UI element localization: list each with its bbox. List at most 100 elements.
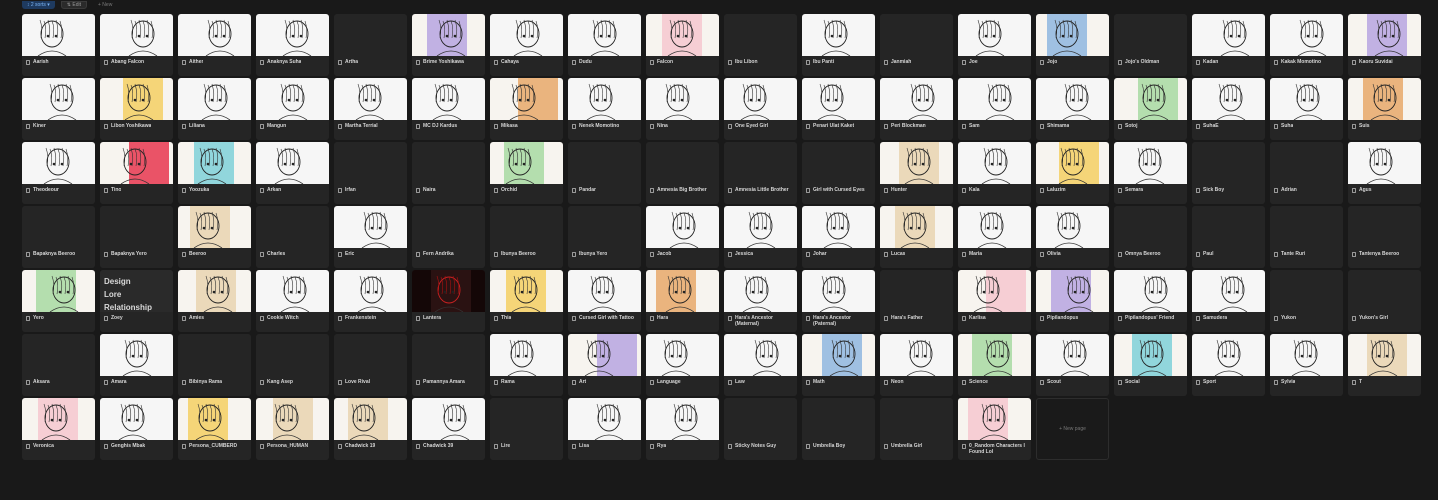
gallery-card[interactable]: Maria <box>958 206 1031 268</box>
gallery-card[interactable]: Tino <box>100 142 173 204</box>
new-page-card[interactable]: + New page <box>1036 398 1109 460</box>
gallery-card[interactable]: Jacob <box>646 206 719 268</box>
gallery-card[interactable]: Pamannya Amara <box>412 334 485 396</box>
gallery-card[interactable]: Ibunya Yero <box>568 206 641 268</box>
gallery-card[interactable]: Hara's Father <box>880 270 953 332</box>
gallery-card[interactable]: Amnesia Big Brother <box>646 142 719 204</box>
gallery-card[interactable]: Karlisa <box>958 270 1031 332</box>
gallery-card[interactable]: Tantenya Beeroo <box>1348 206 1421 268</box>
gallery-card[interactable]: Yoozuka <box>178 142 251 204</box>
gallery-card[interactable]: Umbrella Boy <box>802 398 875 460</box>
gallery-card[interactable]: Yero <box>22 270 95 332</box>
gallery-card[interactable]: Love Rival <box>334 334 407 396</box>
gallery-card[interactable]: Sticky Notes Guy <box>724 398 797 460</box>
gallery-card[interactable]: T <box>1348 334 1421 396</box>
gallery-card[interactable]: Semara <box>1114 142 1187 204</box>
gallery-card[interactable]: Pandar <box>568 142 641 204</box>
gallery-card[interactable]: 0_Random Characters I Found Lol <box>958 398 1031 460</box>
gallery-card[interactable]: Scout <box>1036 334 1109 396</box>
gallery-card[interactable]: Sport <box>1192 334 1265 396</box>
gallery-card[interactable]: Dudu <box>568 14 641 76</box>
filter-button[interactable]: ⇅ Edit <box>60 0 87 9</box>
gallery-card[interactable]: Libon Yoshikawa <box>100 78 173 140</box>
gallery-card[interactable]: Sam <box>958 78 1031 140</box>
gallery-card[interactable]: Abang Falcon <box>100 14 173 76</box>
gallery-card[interactable]: Persona_HUMAN <box>256 398 329 460</box>
gallery-card[interactable]: Amnesia Little Brother <box>724 142 797 204</box>
gallery-card[interactable]: Neon <box>880 334 953 396</box>
gallery-card[interactable]: Jojo's Oldman <box>1114 14 1187 76</box>
gallery-card[interactable]: Kaoru Suvidai <box>1348 14 1421 76</box>
gallery-card[interactable]: Pipilandopus' Friend <box>1114 270 1187 332</box>
gallery-card[interactable]: Design Lore Relationship Zoey <box>100 270 173 332</box>
gallery-card[interactable]: Peri Blockman <box>880 78 953 140</box>
gallery-card[interactable]: Ibu Panti <box>802 14 875 76</box>
gallery-card[interactable]: Amies <box>178 270 251 332</box>
gallery-card[interactable]: Chadwick 19 <box>334 398 407 460</box>
gallery-card[interactable]: Nina <box>646 78 719 140</box>
gallery-card[interactable]: Fern Andrika <box>412 206 485 268</box>
gallery-card[interactable]: Cahaya <box>490 14 563 76</box>
gallery-card[interactable]: Frankenstein <box>334 270 407 332</box>
gallery-card[interactable]: Ibunya Beeroo <box>490 206 563 268</box>
gallery-card[interactable]: Naira <box>412 142 485 204</box>
gallery-card[interactable]: Persona_CUMBERD <box>178 398 251 460</box>
gallery-card[interactable]: SuhaE <box>1192 78 1265 140</box>
gallery-card[interactable]: Olivia <box>1036 206 1109 268</box>
gallery-card[interactable]: Yukon's Girl <box>1348 270 1421 332</box>
gallery-card[interactable]: Omnya Beeroo <box>1114 206 1187 268</box>
gallery-card[interactable]: Martha Terrial <box>334 78 407 140</box>
new-button[interactable]: + New <box>93 1 117 9</box>
gallery-card[interactable]: Mikasa <box>490 78 563 140</box>
gallery-card[interactable]: Shimama <box>1036 78 1109 140</box>
gallery-card[interactable]: Tante Ruri <box>1270 206 1343 268</box>
gallery-card[interactable]: One Eyed Girl <box>724 78 797 140</box>
gallery-card[interactable]: Lire <box>490 398 563 460</box>
gallery-card[interactable]: Kadan <box>1192 14 1265 76</box>
gallery-card[interactable]: Cursed Girl with Tattoo <box>568 270 641 332</box>
gallery-card[interactable]: Cookie Witch <box>256 270 329 332</box>
gallery-card[interactable]: Aarish <box>22 14 95 76</box>
gallery-card[interactable]: Language <box>646 334 719 396</box>
gallery-card[interactable]: Irfan <box>334 142 407 204</box>
gallery-card[interactable]: Beeroo <box>178 206 251 268</box>
gallery-card[interactable]: Genghis Mbak <box>100 398 173 460</box>
gallery-card[interactable]: Paul <box>1192 206 1265 268</box>
gallery-card[interactable]: Laluzim <box>1036 142 1109 204</box>
gallery-card[interactable]: Adrian <box>1270 142 1343 204</box>
gallery-card[interactable]: Thia <box>490 270 563 332</box>
gallery-card[interactable]: Sick Boy <box>1192 142 1265 204</box>
gallery-card[interactable]: Arkan <box>256 142 329 204</box>
gallery-card[interactable]: Bibinya Rama <box>178 334 251 396</box>
gallery-card[interactable]: Hara <box>646 270 719 332</box>
gallery-card[interactable]: Social <box>1114 334 1187 396</box>
gallery-card[interactable]: Amara <box>100 334 173 396</box>
gallery-card[interactable]: Penari Ulat Kaket <box>802 78 875 140</box>
gallery-card[interactable]: Agus <box>1348 142 1421 204</box>
gallery-card[interactable]: Samudera <box>1192 270 1265 332</box>
gallery-card[interactable]: Kakak Momotino <box>1270 14 1343 76</box>
gallery-card[interactable]: Anaknya Suha <box>256 14 329 76</box>
gallery-card[interactable]: Ibu Libon <box>724 14 797 76</box>
gallery-card[interactable]: Rama <box>490 334 563 396</box>
sort-button[interactable]: ↕ 2 sorts ▾ <box>22 0 55 9</box>
gallery-card[interactable]: Liliana <box>178 78 251 140</box>
gallery-card[interactable]: Lucas <box>880 206 953 268</box>
gallery-card[interactable]: Jojo <box>1036 14 1109 76</box>
gallery-card[interactable]: Hara's Ancestor (Maternal) <box>724 270 797 332</box>
gallery-card[interactable]: Sylvia <box>1270 334 1343 396</box>
gallery-card[interactable]: Kang Asep <box>256 334 329 396</box>
gallery-card[interactable]: Johar <box>802 206 875 268</box>
gallery-card[interactable]: Bapaknya Yero <box>100 206 173 268</box>
gallery-card[interactable]: Falcon <box>646 14 719 76</box>
gallery-card[interactable]: Eric <box>334 206 407 268</box>
gallery-card[interactable]: Joe <box>958 14 1031 76</box>
gallery-card[interactable]: Mangun <box>256 78 329 140</box>
gallery-card[interactable]: Pipilandopus <box>1036 270 1109 332</box>
gallery-card[interactable]: Jessica <box>724 206 797 268</box>
gallery-card[interactable]: Aither <box>178 14 251 76</box>
gallery-card[interactable]: Art <box>568 334 641 396</box>
gallery-card[interactable]: Lantera <box>412 270 485 332</box>
gallery-card[interactable]: Sotoj <box>1114 78 1187 140</box>
gallery-card[interactable]: Brime Yoshikawa <box>412 14 485 76</box>
